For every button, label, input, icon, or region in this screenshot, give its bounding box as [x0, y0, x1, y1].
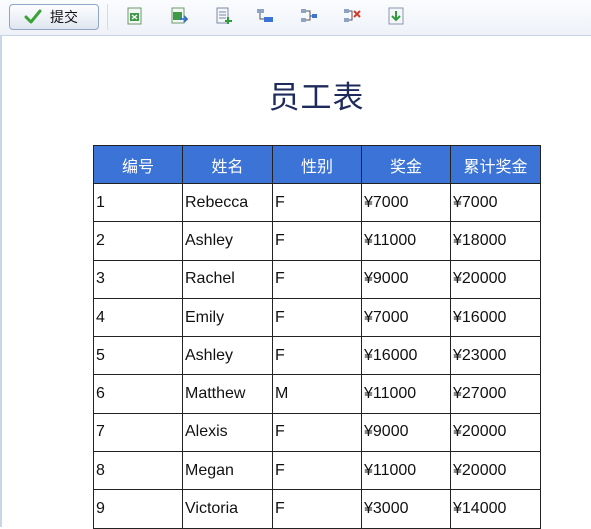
cell-id[interactable]: 4 [93, 297, 183, 338]
report-title: 员工表 [268, 80, 365, 116]
cell-bonus[interactable]: ¥3000 [361, 489, 451, 529]
cell-id[interactable]: 9 [93, 489, 183, 529]
table-row: 1 Rebecca F ¥7000 ¥7000 [93, 182, 541, 223]
cell-cumulative-bonus[interactable]: ¥20000 [450, 451, 541, 491]
cell-name[interactable]: Rachel [182, 259, 273, 299]
column-header-gender: 性别 [272, 145, 362, 184]
cell-bonus[interactable]: ¥16000 [361, 336, 451, 376]
checkmark-icon [24, 9, 42, 24]
indent-row-icon[interactable] [300, 7, 318, 25]
cell-gender[interactable]: F [272, 489, 362, 529]
table-row: 7 Alexis F ¥9000 ¥20000 [93, 412, 541, 453]
cell-id[interactable]: 7 [93, 412, 183, 453]
toolbar: 提交 [0, 0, 591, 36]
table-row: 5 Ashley F ¥16000 ¥23000 [93, 336, 541, 376]
cell-name[interactable]: Alexis [182, 412, 273, 453]
excel-import-icon[interactable] [170, 7, 188, 25]
cell-bonus[interactable]: ¥11000 [361, 374, 451, 414]
cell-id[interactable]: 3 [93, 259, 183, 299]
column-header-cumulative-bonus: 累计奖金 [450, 145, 541, 184]
cell-gender[interactable]: F [272, 259, 362, 299]
cell-id[interactable]: 8 [93, 451, 183, 491]
column-header-id: 编号 [93, 145, 183, 184]
cell-name[interactable]: Ashley [182, 221, 273, 261]
table-row: 2 Ashley F ¥11000 ¥18000 [93, 221, 541, 261]
cell-cumulative-bonus[interactable]: ¥18000 [450, 221, 541, 261]
cell-bonus[interactable]: ¥11000 [361, 221, 451, 261]
cell-gender[interactable]: F [272, 336, 362, 376]
cell-name[interactable]: Matthew [182, 374, 273, 414]
cell-gender[interactable]: F [272, 451, 362, 491]
cell-bonus[interactable]: ¥7000 [361, 297, 451, 338]
cell-id[interactable]: 2 [93, 221, 183, 261]
cell-cumulative-bonus[interactable]: ¥27000 [450, 374, 541, 414]
cell-id[interactable]: 6 [93, 374, 183, 414]
cell-cumulative-bonus[interactable]: ¥14000 [450, 489, 541, 529]
cell-id[interactable]: 5 [93, 336, 183, 376]
cell-gender[interactable]: F [272, 412, 362, 453]
cell-cumulative-bonus[interactable]: ¥20000 [450, 259, 541, 299]
add-row-icon[interactable] [215, 7, 233, 25]
cell-gender[interactable]: F [272, 182, 362, 223]
toolbar-separator [107, 4, 108, 30]
submit-label: 提交 [50, 10, 78, 26]
cell-bonus[interactable]: ¥9000 [361, 412, 451, 453]
cell-name[interactable]: Ashley [182, 336, 273, 376]
table-row: 8 Megan F ¥11000 ¥20000 [93, 451, 541, 491]
column-header-bonus: 奖金 [361, 145, 451, 184]
table-row: 6 Matthew M ¥11000 ¥27000 [93, 374, 541, 414]
excel-export-icon[interactable] [126, 7, 144, 25]
cell-bonus[interactable]: ¥9000 [361, 259, 451, 299]
cell-gender[interactable]: F [272, 221, 362, 261]
cell-name[interactable]: Megan [182, 451, 273, 491]
column-header-name: 姓名 [182, 145, 273, 184]
cell-cumulative-bonus[interactable]: ¥7000 [450, 182, 541, 223]
employee-table: 编号 姓名 性别 奖金 累计奖金 1 Rebecca F ¥7000 ¥7000… [93, 145, 541, 529]
submit-button[interactable]: 提交 [9, 4, 99, 30]
table-row: 9 Victoria F ¥3000 ¥14000 [93, 489, 541, 529]
table-row: 4 Emily F ¥7000 ¥16000 [93, 297, 541, 338]
insert-row-icon[interactable] [256, 7, 274, 25]
cell-name[interactable]: Rebecca [182, 182, 273, 223]
cell-bonus[interactable]: ¥7000 [361, 182, 451, 223]
delete-row-icon[interactable] [343, 7, 361, 25]
table-header-row: 编号 姓名 性别 奖金 累计奖金 [93, 145, 541, 184]
cell-name[interactable]: Emily [182, 297, 273, 338]
download-icon[interactable] [387, 7, 405, 25]
cell-cumulative-bonus[interactable]: ¥20000 [450, 412, 541, 453]
cell-cumulative-bonus[interactable]: ¥16000 [450, 297, 541, 338]
cell-id[interactable]: 1 [93, 182, 183, 223]
cell-name[interactable]: Victoria [182, 489, 273, 529]
cell-cumulative-bonus[interactable]: ¥23000 [450, 336, 541, 376]
table-row: 3 Rachel F ¥9000 ¥20000 [93, 259, 541, 299]
cell-gender[interactable]: M [272, 374, 362, 414]
cell-gender[interactable]: F [272, 297, 362, 338]
cell-bonus[interactable]: ¥11000 [361, 451, 451, 491]
